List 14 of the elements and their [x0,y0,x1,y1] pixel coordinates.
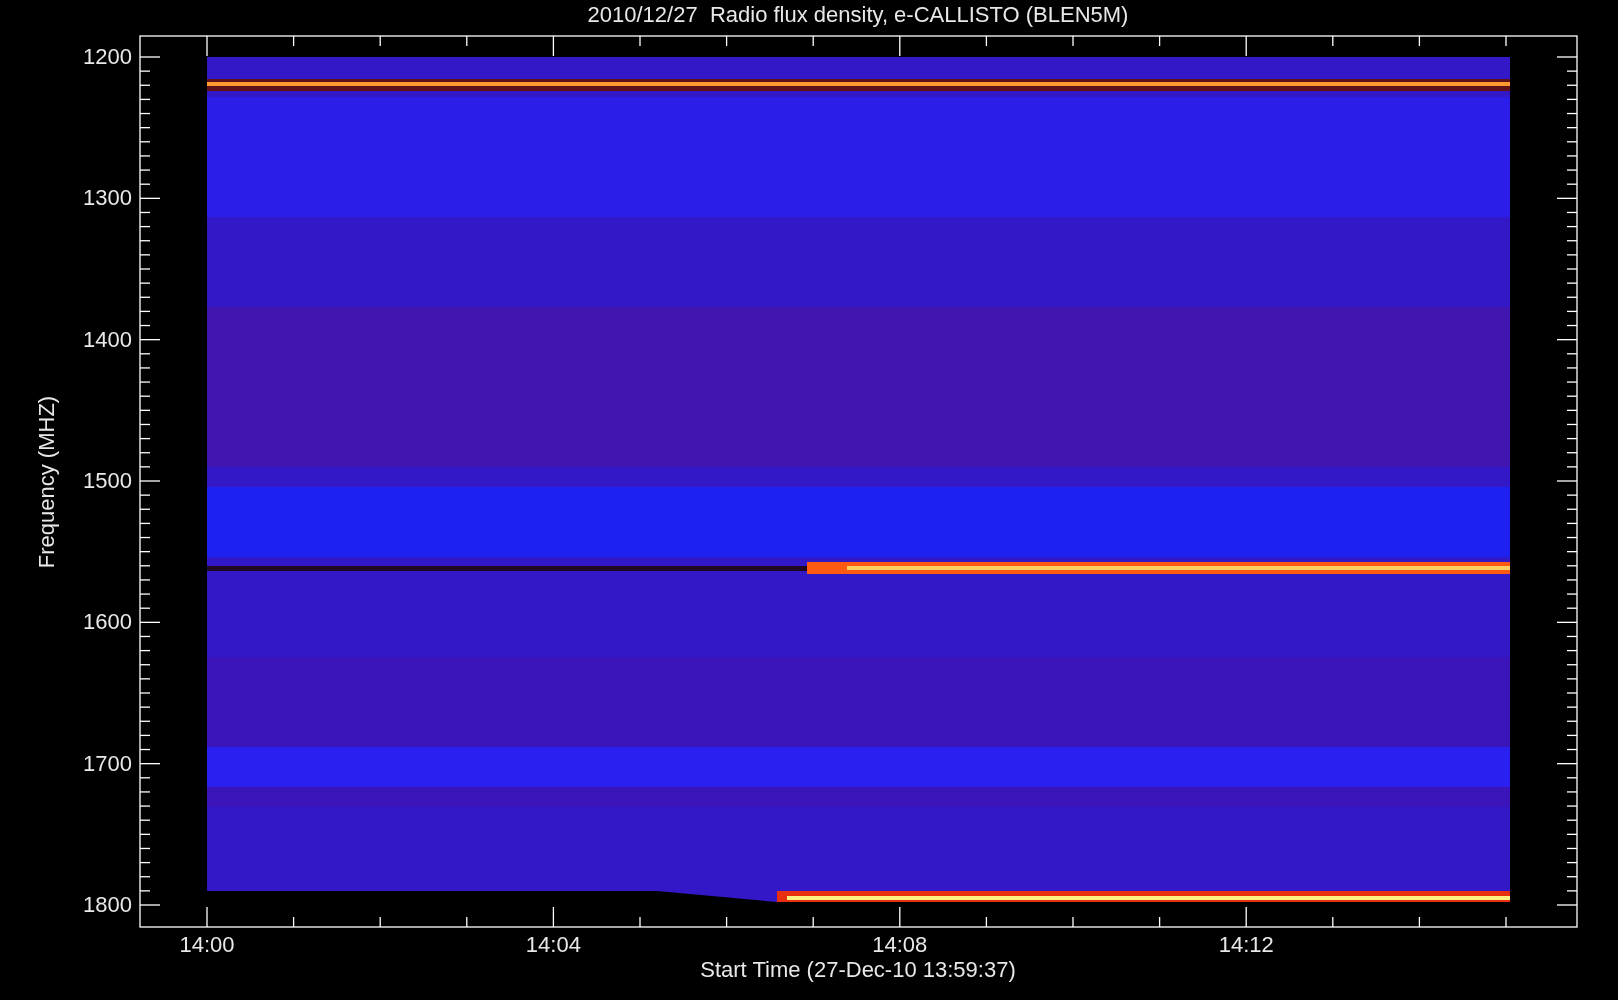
axis-title: Start Time (27-Dec-10 13:59:37) [700,957,1016,983]
axis-tick-label: 1700 [83,750,132,777]
axis-tick-label: 1200 [83,44,132,70]
axis-tick-label: 14:04 [525,932,581,958]
axis-tick-label: 1500 [83,468,132,494]
axis-tick-label: 1800 [83,892,132,918]
axis-tick-label: 14:12 [1218,932,1274,958]
axis-tick-label: 14:08 [872,932,928,958]
axis-tick-label: 14:00 [179,932,235,958]
axis-tick-label: 1600 [83,609,132,636]
axis-tick-label: 1300 [83,185,132,212]
chart-title: 2010/12/27 Radio flux density, e-CALLISTO (BLEN5M) [587,2,1129,28]
axis-tick-label: 1400 [83,326,132,353]
axis-title: Frequency (MHZ) [34,395,60,569]
